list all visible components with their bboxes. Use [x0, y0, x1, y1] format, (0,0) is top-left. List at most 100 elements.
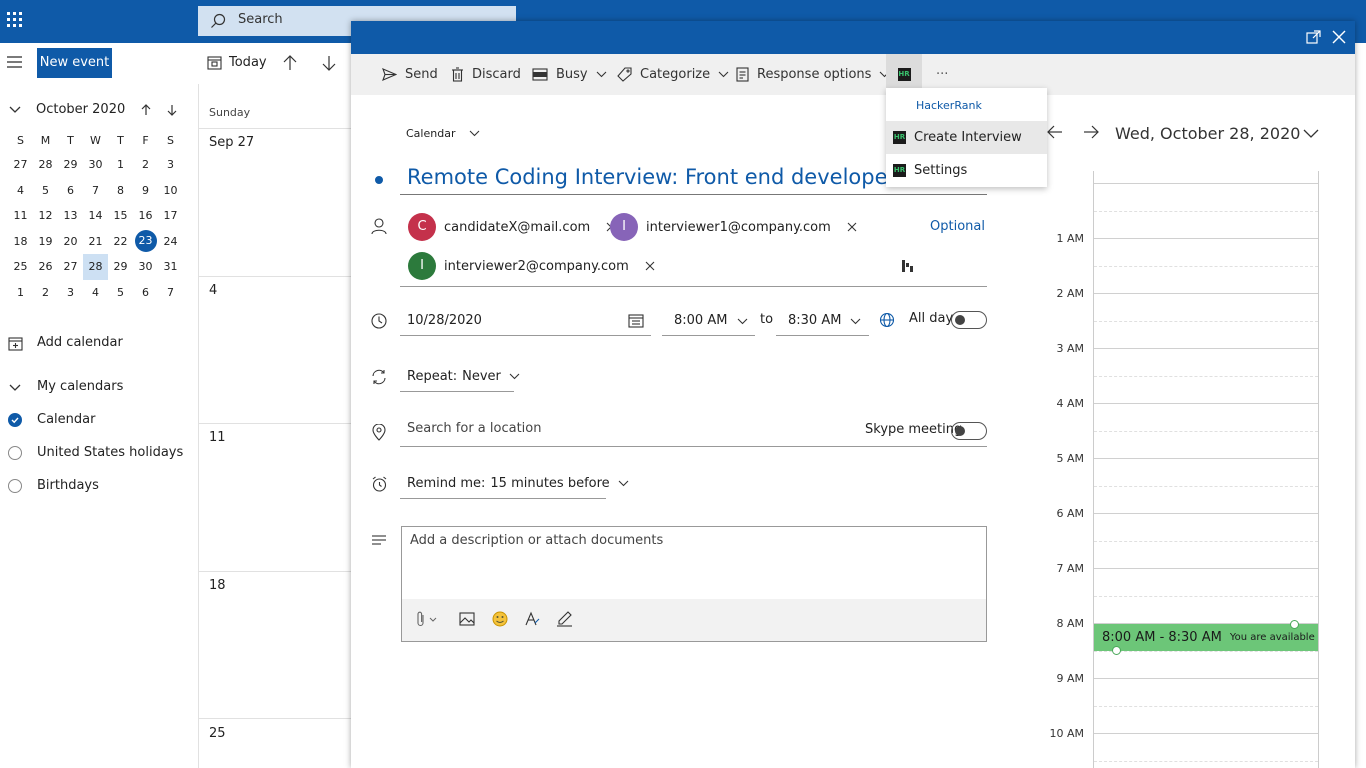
- chevron-down-icon[interactable]: [737, 318, 748, 325]
- previous-day-icon[interactable]: [1047, 125, 1063, 139]
- grid-date[interactable]: 4: [209, 283, 217, 298]
- send-button[interactable]: Send: [382, 54, 438, 95]
- mini-calendar-day[interactable]: 31: [158, 254, 183, 280]
- previous-period-icon[interactable]: [283, 55, 297, 71]
- repeat-dropdown[interactable]: Repeat: Never: [407, 369, 520, 384]
- mini-calendar-today[interactable]: 23: [133, 229, 158, 255]
- grid-date[interactable]: 25: [209, 726, 226, 741]
- mini-calendar-day[interactable]: 2: [33, 280, 58, 306]
- hamburger-menu-icon[interactable]: [6, 55, 23, 69]
- collapse-month-icon[interactable]: [9, 106, 21, 114]
- mini-calendar-day[interactable]: 21: [83, 229, 108, 255]
- expand-day-view-icon[interactable]: [1303, 129, 1319, 139]
- mini-calendar-day[interactable]: 20: [58, 229, 83, 255]
- calendar-checked-icon[interactable]: [8, 413, 22, 427]
- calendar-unchecked-icon[interactable]: [8, 479, 22, 493]
- mini-calendar-day[interactable]: 29: [108, 254, 133, 280]
- add-calendar-link[interactable]: Add calendar: [37, 335, 123, 350]
- mini-calendar-day[interactable]: 25: [8, 254, 33, 280]
- mini-calendar-day[interactable]: 27: [58, 254, 83, 280]
- mini-calendar-month-title[interactable]: October 2020: [36, 102, 125, 117]
- event-title-input[interactable]: Remote Coding Interview: Front end devel…: [407, 165, 943, 189]
- discard-button[interactable]: Discard: [451, 54, 521, 95]
- skype-meeting-toggle[interactable]: [951, 422, 987, 440]
- optional-attendees-link[interactable]: Optional: [930, 219, 985, 234]
- location-input[interactable]: Search for a location: [407, 421, 541, 436]
- attendee-chip[interactable]: I interviewer2@company.com: [408, 251, 655, 281]
- new-event-button[interactable]: New event: [37, 48, 112, 78]
- mini-calendar-day[interactable]: 18: [8, 229, 33, 255]
- calendar-unchecked-icon[interactable]: [8, 446, 22, 460]
- grid-date[interactable]: 18: [209, 578, 226, 593]
- remove-attendee-icon[interactable]: [847, 222, 857, 232]
- grid-date[interactable]: 11: [209, 430, 226, 445]
- attach-button[interactable]: [416, 611, 437, 627]
- previous-month-icon[interactable]: [140, 104, 152, 116]
- categorize-dropdown[interactable]: Categorize: [617, 54, 729, 95]
- draw-icon[interactable]: [556, 611, 573, 627]
- mini-calendar-day[interactable]: 6: [58, 178, 83, 204]
- mini-calendar-day[interactable]: 13: [58, 203, 83, 229]
- remove-attendee-icon[interactable]: [645, 261, 655, 271]
- mini-calendar-day[interactable]: 27: [8, 152, 33, 178]
- calendar-selector[interactable]: Calendar: [406, 127, 480, 140]
- emoji-icon[interactable]: [492, 611, 508, 627]
- my-calendars-header[interactable]: My calendars: [37, 379, 123, 394]
- mini-calendar-selected-day[interactable]: 28: [83, 254, 108, 280]
- mini-calendar-day[interactable]: 19: [33, 229, 58, 255]
- mini-calendar-day[interactable]: 14: [83, 203, 108, 229]
- today-button[interactable]: Today: [207, 55, 267, 70]
- mini-calendar-day[interactable]: 28: [33, 152, 58, 178]
- calendar-item-birthdays[interactable]: Birthdays: [37, 478, 99, 493]
- mini-calendar-day[interactable]: 10: [158, 178, 183, 204]
- end-time-input[interactable]: 8:30 AM: [788, 313, 841, 328]
- start-time-input[interactable]: 8:00 AM: [674, 313, 727, 328]
- mini-calendar-day[interactable]: 1: [108, 152, 133, 178]
- mini-calendar-day[interactable]: 1: [8, 280, 33, 306]
- mini-calendar-day[interactable]: 9: [133, 178, 158, 204]
- next-day-icon[interactable]: [1083, 125, 1099, 139]
- mini-calendar-day[interactable]: 30: [133, 254, 158, 280]
- insert-picture-icon[interactable]: [459, 612, 475, 626]
- mini-calendar-day[interactable]: 7: [83, 178, 108, 204]
- mini-calendar-day[interactable]: 15: [108, 203, 133, 229]
- reminder-dropdown[interactable]: Remind me: 15 minutes before: [407, 476, 629, 491]
- collapse-my-calendars-icon[interactable]: [9, 384, 21, 392]
- calendar-item-us-holidays[interactable]: United States holidays: [37, 445, 183, 460]
- pop-out-icon[interactable]: [1306, 30, 1321, 44]
- description-box[interactable]: Add a description or attach documents: [401, 526, 987, 642]
- mini-calendar-day[interactable]: 4: [83, 280, 108, 306]
- response-options-dropdown[interactable]: Response options: [736, 54, 890, 95]
- mini-calendar-day[interactable]: 3: [58, 280, 83, 306]
- mini-calendar-day[interactable]: 6: [133, 280, 158, 306]
- mini-calendar-day[interactable]: 16: [133, 203, 158, 229]
- event-resize-handle-bottom[interactable]: [1112, 646, 1121, 655]
- mini-calendar-day[interactable]: 30: [83, 152, 108, 178]
- proposed-event-block[interactable]: 8:00 AM - 8:30 AM You are available: [1094, 624, 1318, 651]
- mini-calendar-day[interactable]: 12: [33, 203, 58, 229]
- mini-calendar-day[interactable]: 3: [158, 152, 183, 178]
- next-month-icon[interactable]: [166, 104, 178, 116]
- mini-calendar-day[interactable]: 2: [133, 152, 158, 178]
- mini-calendar-day[interactable]: 7: [158, 280, 183, 306]
- mini-calendar-day[interactable]: 29: [58, 152, 83, 178]
- close-icon[interactable]: [1332, 30, 1346, 44]
- date-picker-icon[interactable]: [628, 313, 644, 328]
- add-calendar-icon[interactable]: [8, 336, 23, 351]
- app-launcher-icon[interactable]: [6, 11, 24, 29]
- time-zone-icon[interactable]: [879, 312, 895, 328]
- grid-date[interactable]: Sep 27: [209, 135, 254, 150]
- format-text-icon[interactable]: [524, 611, 540, 627]
- mini-calendar-day[interactable]: 4: [8, 178, 33, 204]
- settings-menu-item[interactable]: HR Settings: [886, 154, 1047, 187]
- calendar-item-calendar[interactable]: Calendar: [37, 412, 95, 427]
- attendee-chip[interactable]: C candidateX@mail.com: [408, 212, 616, 242]
- create-interview-menu-item[interactable]: HR Create Interview: [886, 121, 1047, 154]
- mini-calendar-day[interactable]: 11: [8, 203, 33, 229]
- mini-calendar-day[interactable]: 17: [158, 203, 183, 229]
- busy-dropdown[interactable]: Busy: [532, 54, 607, 95]
- all-day-toggle[interactable]: [951, 311, 987, 329]
- attendee-chip[interactable]: I interviewer1@company.com: [610, 212, 857, 242]
- date-input[interactable]: 10/28/2020: [407, 313, 482, 328]
- mini-calendar-day[interactable]: 5: [108, 280, 133, 306]
